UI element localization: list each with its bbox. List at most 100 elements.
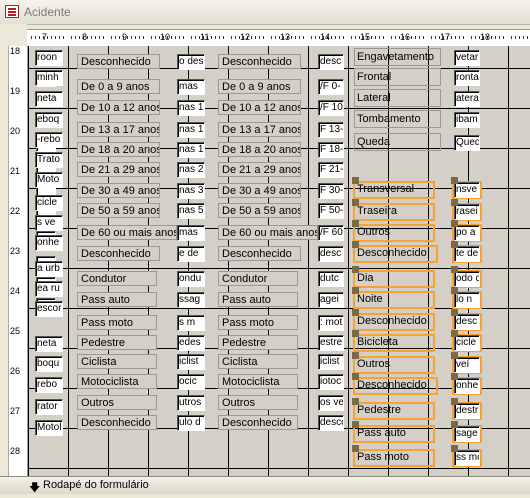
age-label[interactable]: De 10 a 12 anos [77,100,160,115]
victim-label[interactable]: Motociclista [77,374,157,389]
selected-text-box[interactable]: desc [454,314,480,330]
text-box[interactable]: : mot [318,315,344,331]
age-label[interactable]: De 0 a 9 anos [77,79,160,94]
text-box[interactable]: /F 60 [318,225,344,241]
age-label-2[interactable]: De 0 a 9 anos [218,79,301,94]
selected-text-box[interactable]: cicle [454,335,480,351]
text-box[interactable]: Motol [35,420,63,436]
text-box[interactable]: ondu [177,271,205,287]
text-box[interactable]: s ve [35,215,63,231]
age-label[interactable]: De 50 a 59 anos [77,203,160,218]
text-box[interactable]: /F 10 [318,100,344,116]
age-label[interactable]: De 30 a 49 anos [77,183,160,198]
resize-handle[interactable] [352,266,359,273]
selected-text-box[interactable]: lo n [454,292,480,308]
text-box[interactable]: desc [318,54,344,70]
selected-label[interactable]: Pass moto [357,450,437,465]
victim-label[interactable]: Condutor [77,271,157,286]
resize-handle[interactable] [451,177,458,184]
resize-handle[interactable] [451,373,458,380]
resize-handle[interactable] [451,287,458,294]
age-label[interactable]: Desconhecido [77,246,160,261]
victim-label-2[interactable]: Ciclista [218,354,298,369]
age-label[interactable]: De 21 a 29 anos [77,162,160,177]
selected-label[interactable]: Pass auto [357,426,437,441]
resize-handle[interactable] [451,199,458,206]
selected-label[interactable]: Desconhecido [357,378,437,393]
age-label-2[interactable]: De 50 a 59 anos [218,203,301,218]
resize-handle[interactable] [352,177,359,184]
resize-handle[interactable] [451,352,458,359]
selected-text-box[interactable]: po a [454,225,480,241]
text-box[interactable]: F 13- [318,122,344,138]
selected-label[interactable]: Desconhecido [357,246,437,261]
text-box[interactable]: onhe [35,235,63,251]
selected-label[interactable]: Traseira [357,204,437,219]
resize-handle[interactable] [451,421,458,428]
selected-label[interactable]: Bicicleta [357,335,437,350]
victim-label-2[interactable]: Motociclista [218,374,298,389]
resize-handle[interactable] [352,352,359,359]
age-label-2[interactable]: De 21 a 29 anos [218,162,301,177]
text-box[interactable]: ibam [454,112,480,128]
text-box[interactable]: edes [177,335,205,351]
text-box[interactable]: nas 2 [177,162,205,178]
selected-text-box[interactable]: destr [454,403,480,419]
text-box[interactable]: escor [35,301,63,317]
resize-handle[interactable] [352,220,359,227]
form-footer-section-bar[interactable]: 🡇 Rodapé do formulário [0,476,530,494]
text-box[interactable]: F 30- [318,183,344,199]
text-box[interactable]: iclist [177,354,205,370]
selected-label[interactable]: Outros [357,357,437,372]
text-box[interactable]: ronta [454,70,480,86]
age-label-2[interactable]: De 18 a 20 anos [218,142,301,157]
text-box[interactable]: cicle [35,195,63,211]
text-box[interactable]: Qued [454,135,480,151]
text-box[interactable]: nas 3 [177,183,205,199]
victim-label[interactable]: Ciclista [77,354,157,369]
selected-text-box[interactable]: te de [454,246,480,262]
text-box[interactable]: os ve [318,395,344,411]
text-box[interactable]: Trato [35,152,63,168]
selected-label[interactable]: Pedestre [357,403,437,418]
text-box[interactable]: utros [177,395,205,411]
resize-handle[interactable] [451,330,458,337]
text-box[interactable]: mas [177,79,205,95]
text-box[interactable]: rator [35,399,63,415]
victim-label-2[interactable]: Desconhecido [218,415,298,430]
selected-label[interactable]: Noite [357,292,437,307]
selected-text-box[interactable]: nsve [454,182,480,198]
selected-text-box[interactable]: rasei [454,204,480,220]
age-label[interactable]: De 60 ou mais anos [77,225,177,240]
selected-label[interactable]: Desconhecido [357,314,437,329]
text-box[interactable]: atera [454,91,480,107]
text-box[interactable]: boqu [35,356,63,372]
resize-handle[interactable] [451,309,458,316]
selected-text-box[interactable]: onhe [454,378,480,394]
text-box[interactable]: vetar [454,50,480,66]
vertical-ruler[interactable]: 181920212223242526272829 [9,46,28,496]
text-box[interactable]: F 21- [318,162,344,178]
resize-handle[interactable] [352,330,359,337]
text-box[interactable]: neta [35,336,63,352]
text-box[interactable]: eboq [35,112,63,128]
resize-handle[interactable] [451,241,458,248]
resize-handle[interactable] [352,421,359,428]
age-label-2[interactable]: De 60 ou mais anos [218,225,318,240]
text-box[interactable]: iotoc [318,374,344,390]
victim-label[interactable]: Desconhecido [77,415,157,430]
text-box[interactable]: a urb [35,261,63,277]
text-box[interactable]: nas 1 [177,142,205,158]
victim-label-2[interactable]: Pass moto [218,315,298,330]
age-label-2[interactable]: De 10 a 12 anos [218,100,301,115]
resize-handle[interactable] [352,287,359,294]
form-design-canvas[interactable]: roon minh neta eboq -rebo Trato Moto cicle s ve o… [28,46,530,476]
selected-text-box[interactable]: ss mc [454,450,480,466]
text-box[interactable]: F 18- [318,142,344,158]
resize-handle[interactable] [352,199,359,206]
resize-handle[interactable] [352,241,359,248]
text-box[interactable]: nas 5 [177,203,205,219]
text-box[interactable]: neta [35,91,63,107]
text-box[interactable]: -rebo [35,132,63,148]
selected-label[interactable]: Transversal [357,182,437,197]
